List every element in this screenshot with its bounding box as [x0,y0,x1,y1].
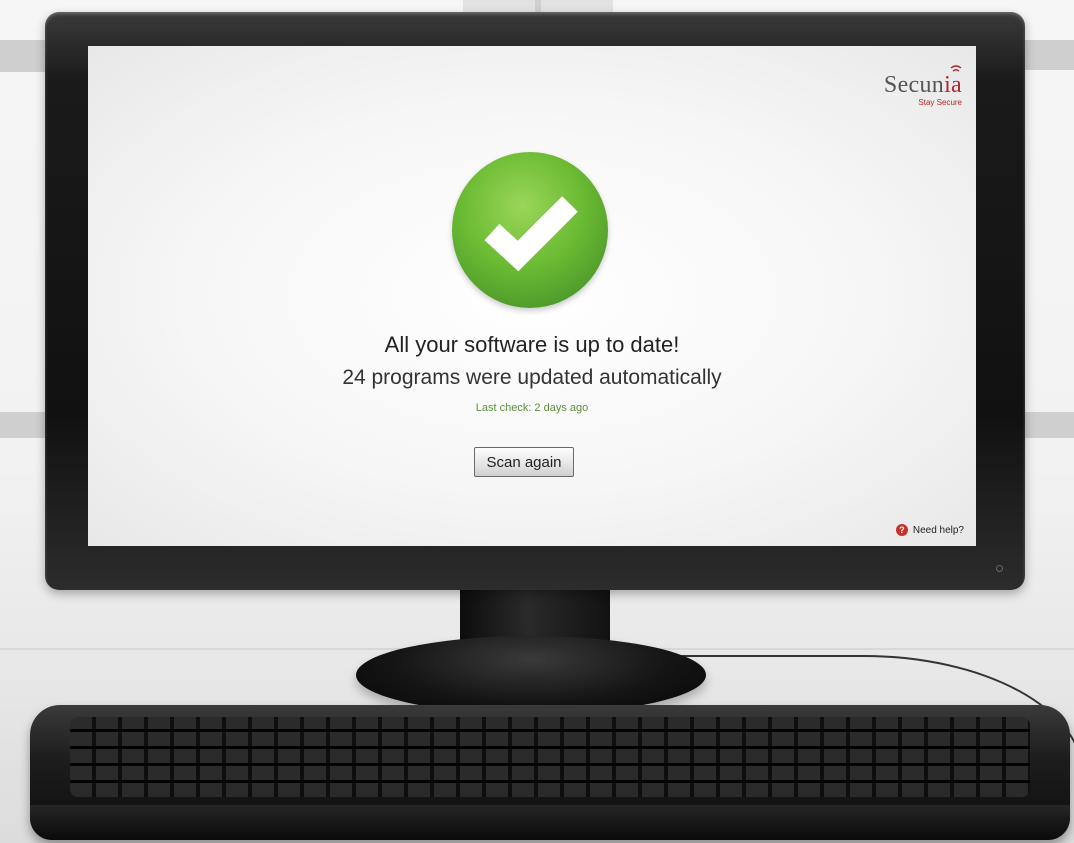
last-check-timestamp: Last check: 2 days ago [475,402,589,414]
app-window: Secunia Stay Secure All your software is… [88,46,976,546]
scan-again-button[interactable]: Scan again [474,447,574,477]
update-summary: 24 programs were updated automatically [342,366,722,389]
keyboard-front-edge [30,805,1070,840]
checkmark-icon [484,196,578,272]
need-help-link[interactable]: ? Need help? [895,524,964,536]
status-headline: All your software is up to date! [384,332,680,357]
keyboard-keys [70,717,1030,797]
help-icon: ? [895,524,908,536]
status-badge [452,152,608,308]
need-help-label: Need help? [912,524,964,536]
brand-tagline: Stay Secure [918,98,962,107]
keyboard [30,705,1070,840]
brand-name-prefix: Secun [883,72,945,98]
monitor-stand-base [356,636,706,714]
brand-logo: Secunia Stay Secure [883,65,962,107]
power-button[interactable] [996,565,1003,572]
signal-icon [950,65,962,72]
